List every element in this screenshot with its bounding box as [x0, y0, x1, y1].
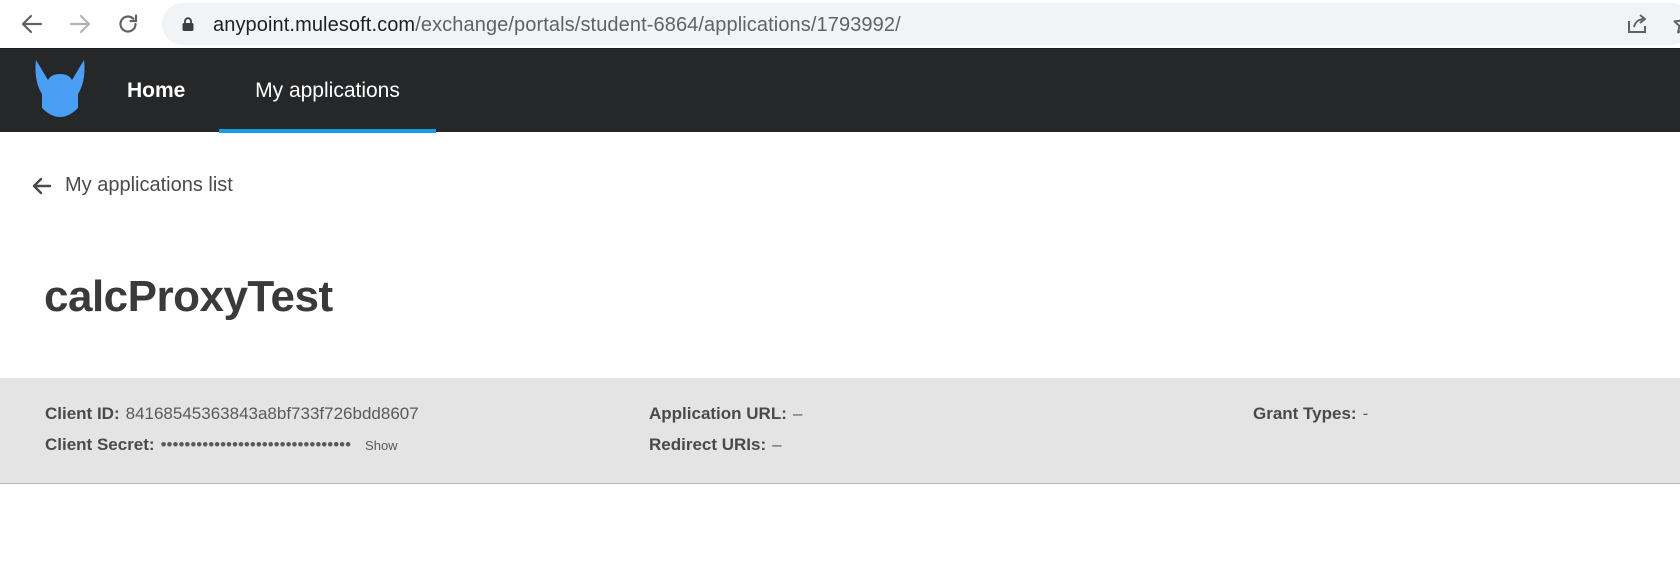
application-details-panel: Client ID: 84168545363843a8bf733f726bdd86… — [0, 378, 1680, 484]
back-to-applications-link[interactable]: My applications list — [30, 174, 233, 197]
client-id-label: Client ID: — [45, 404, 120, 423]
horned-shield-logo-icon[interactable] — [34, 58, 86, 118]
tab-my-applications[interactable]: My applications — [219, 49, 436, 133]
forward-icon[interactable] — [66, 10, 94, 38]
active-tab-indicator — [219, 129, 436, 133]
application-url-label: Application URL: — [649, 404, 787, 423]
client-id-value: 84168545363843a8bf733f726bdd8607 — [125, 404, 419, 423]
share-icon[interactable] — [1625, 12, 1649, 36]
tab-home[interactable]: Home — [127, 49, 185, 133]
url-text: anypoint.mulesoft.com/exchange/portals/s… — [213, 14, 901, 36]
grant-types-label: Grant Types: — [1253, 404, 1357, 423]
lock-icon — [182, 17, 194, 31]
grant-types-value: - — [1362, 404, 1369, 423]
redirect-uris-value: – — [772, 435, 782, 454]
browser-toolbar: anypoint.mulesoft.com/exchange/portals/s… — [0, 0, 1680, 48]
address-bar[interactable]: anypoint.mulesoft.com/exchange/portals/s… — [162, 3, 1680, 45]
url-path: /exchange/portals/student-6864/applicati… — [415, 14, 901, 36]
page-title: calcProxyTest — [44, 272, 333, 321]
application-url-value: – — [792, 404, 803, 423]
back-icon[interactable] — [18, 10, 46, 38]
bookmark-star-icon[interactable] — [1672, 12, 1680, 36]
client-secret-masked: •••••••••••••••••••••••••••••••• — [160, 435, 352, 454]
client-secret-row: Client Secret: ••••••••••••••••••••••••••… — [45, 435, 398, 456]
application-url-row: Application URL: – — [649, 404, 802, 424]
back-link-label: My applications list — [65, 174, 233, 196]
reload-icon[interactable] — [114, 10, 142, 38]
client-secret-label: Client Secret: — [45, 435, 155, 454]
arrow-left-icon — [32, 177, 52, 194]
show-secret-button[interactable]: Show — [365, 438, 398, 453]
grant-types-row: Grant Types: - — [1253, 404, 1368, 424]
url-host: anypoint.mulesoft.com — [213, 14, 416, 36]
portal-header: Home My applications — [0, 48, 1680, 133]
redirect-uris-label: Redirect URIs: — [649, 435, 767, 454]
client-id-row: Client ID: 84168545363843a8bf733f726bdd86… — [45, 404, 419, 424]
redirect-uris-row: Redirect URIs: – — [649, 435, 782, 455]
